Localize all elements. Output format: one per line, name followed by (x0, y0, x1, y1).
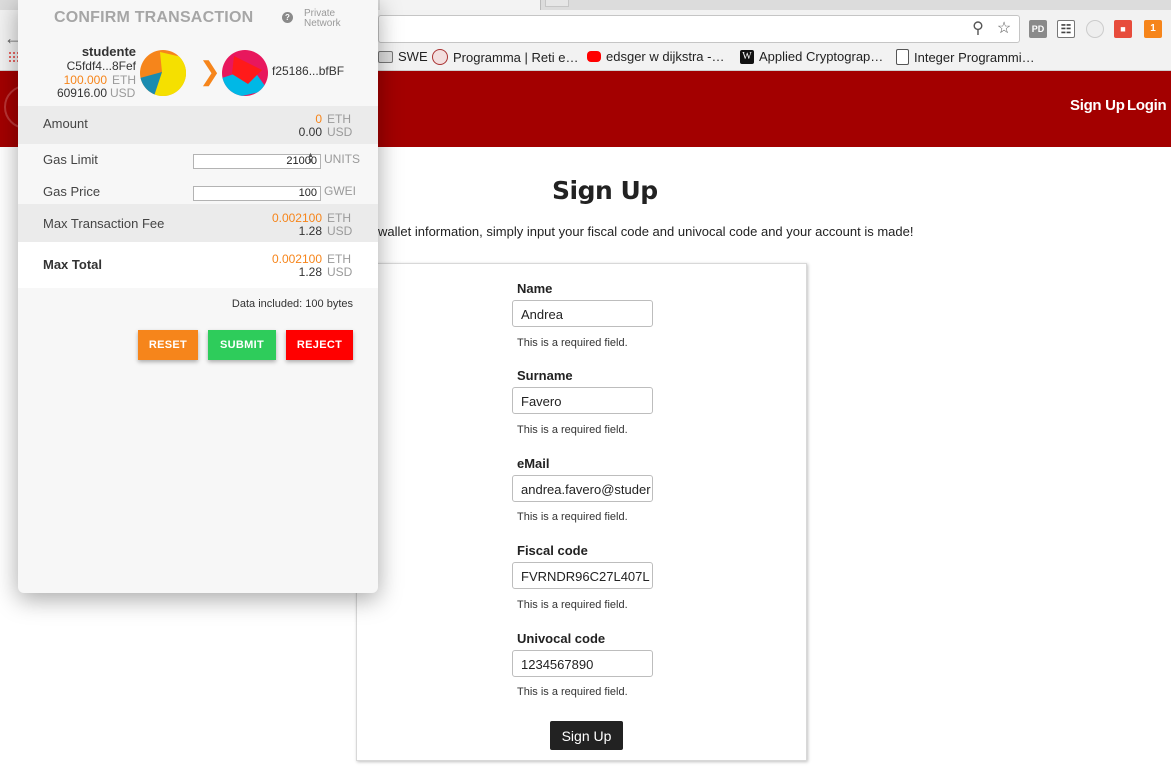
gas-limit-input[interactable]: 21000 (193, 154, 321, 169)
bookmark-dijkstra[interactable]: edsger w dijkstra -… (587, 49, 724, 64)
email-help: This is a required field. (517, 511, 628, 523)
nav-login-link[interactable]: Login (1127, 97, 1167, 114)
pd-extension-icon[interactable]: PD (1029, 20, 1047, 38)
max-fee-usd: 1.28 (298, 224, 322, 238)
email-label: eMail (517, 456, 550, 471)
fiscal-code-label: Fiscal code (517, 543, 588, 558)
from-account-name: studente (81, 44, 136, 59)
fiscal-code-field[interactable]: FVRNDR96C27L407L (512, 562, 653, 589)
new-tab-button[interactable] (545, 0, 569, 7)
reject-button[interactable]: REJECT (286, 330, 353, 360)
univocal-code-field[interactable]: 1234567890 (512, 650, 653, 677)
name-help: This is a required field. (517, 337, 628, 349)
popup-title: CONFIRM TRANSACTION (54, 9, 254, 26)
nav-signup-link[interactable]: Sign Up (1070, 97, 1125, 114)
submit-button[interactable]: SUBMIT (208, 330, 276, 360)
surname-field[interactable]: Favero (512, 387, 653, 414)
from-eth-unit: ETH (112, 73, 136, 87)
max-total-usd-unit: USD (327, 265, 353, 279)
bookmark-label: SWE (398, 49, 428, 64)
surname-label: Surname (517, 368, 573, 383)
name-field[interactable]: Andrea (512, 300, 653, 327)
wikipedia-icon: W (740, 49, 754, 64)
from-usd-unit: USD (110, 86, 136, 100)
page-icon (896, 49, 909, 65)
max-fee-eth-unit: ETH (327, 211, 351, 225)
from-address: C5fdf4...8Fef (66, 59, 136, 73)
data-included-text: Data included: 100 bytes (231, 298, 353, 310)
metamask-extension-icon[interactable]: 1 (1144, 20, 1162, 38)
gas-price-label: Gas Price (43, 184, 101, 199)
bookmark-cryptography[interactable]: W Applied Cryptograp… (740, 49, 883, 64)
bookmark-label: Integer Programmi… (914, 49, 1035, 65)
name-label: Name (517, 281, 553, 296)
reset-button[interactable]: RESET (138, 330, 198, 360)
to-address: f25186...bfBF (272, 64, 345, 78)
from-eth-balance: 100.000 (63, 73, 107, 87)
bookmark-label: edsger w dijkstra -… (606, 49, 725, 64)
amount-eth: 0 (315, 112, 322, 126)
folder-icon (378, 50, 393, 63)
page-title: Sign Up (552, 176, 658, 205)
browser-tab[interactable] (380, 0, 541, 10)
chevron-right-icon: ❯ (199, 56, 221, 86)
max-fee-eth: 0.002100 (271, 211, 322, 225)
from-identicon (140, 50, 186, 96)
network-line-2: Network (304, 18, 341, 29)
max-total-label: Max Total (43, 257, 102, 272)
amount-eth-unit: ETH (327, 112, 351, 126)
max-total-eth: 0.002100 (271, 252, 322, 266)
amount-usd-unit: USD (327, 125, 353, 139)
address-bar[interactable]: ⚲ ☆ (378, 15, 1020, 43)
museum-extension-icon[interactable]: ☷ (1057, 20, 1075, 38)
gas-limit-stepper[interactable]: ▲ ▼ (307, 152, 314, 165)
gas-limit-label: Gas Limit (43, 152, 98, 167)
gas-price-input[interactable]: 100 (193, 186, 321, 201)
univocal-code-label: Univocal code (517, 631, 606, 646)
bookmark-integer-programming[interactable]: Integer Programmi… (896, 49, 1035, 65)
univocal-code-help: This is a required field. (517, 686, 628, 698)
fiscal-code-help: This is a required field. (517, 599, 628, 611)
max-total-usd: 1.28 (298, 265, 322, 279)
bookmark-label: Applied Cryptograp… (759, 49, 884, 64)
unipd-icon (432, 49, 448, 65)
help-icon[interactable]: ? (282, 12, 293, 23)
amount-label: Amount (43, 116, 88, 131)
star-icon[interactable]: ☆ (995, 20, 1013, 38)
youtube-icon (587, 51, 601, 62)
bookmark-swe[interactable]: SWE (378, 49, 428, 64)
amount-usd: 0.00 (298, 125, 322, 139)
email-field[interactable]: andrea.favero@studer (512, 475, 653, 502)
surname-help: This is a required field. (517, 424, 628, 436)
from-usd-balance: 60916.00 (56, 86, 107, 100)
ghost-extension-icon[interactable] (1086, 20, 1104, 38)
to-identicon (222, 50, 268, 96)
intro-text: wallet information, simply input your fi… (378, 224, 914, 239)
bookmark-programma[interactable]: Programma | Reti e… (432, 49, 578, 65)
bookmark-label: Programma | Reti e… (453, 49, 579, 65)
max-total-eth-unit: ETH (327, 252, 351, 266)
metamask-confirm-popup: CONFIRM TRANSACTION ? Private Network st… (18, 0, 378, 593)
signup-submit-button[interactable]: Sign Up (550, 721, 623, 750)
red-extension-icon[interactable]: ■ (1114, 20, 1132, 38)
gas-limit-unit: UNITS (324, 152, 360, 166)
network-indicator: Private Network (304, 9, 341, 29)
gas-price-unit: GWEI (324, 184, 356, 198)
max-fee-usd-unit: USD (327, 224, 353, 238)
zoom-icon[interactable]: ⚲ (969, 20, 987, 38)
max-fee-label: Max Transaction Fee (43, 216, 165, 231)
